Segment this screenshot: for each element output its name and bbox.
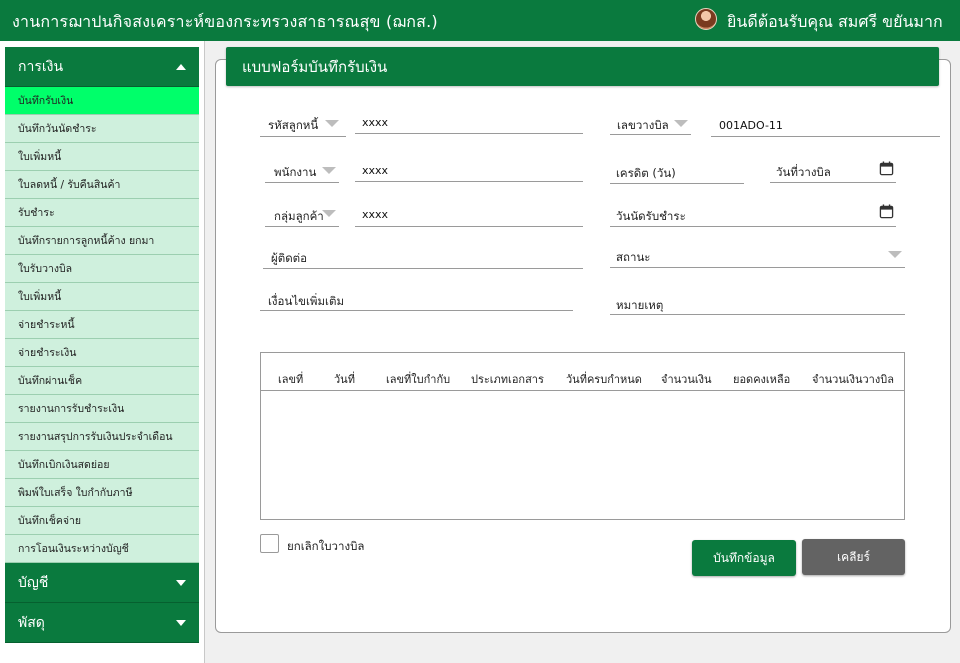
employee-value[interactable]: xxxx (362, 164, 388, 177)
status-select[interactable] (610, 267, 905, 268)
credit-field[interactable] (610, 183, 744, 184)
customer-code-label: รหัสลูกหนี้ (268, 118, 319, 132)
save-button[interactable]: บันทึกข้อมูล (692, 540, 796, 576)
sidebar-item-bill-receipt[interactable]: ใบรับวางบิล (5, 255, 199, 283)
app-title: งานการฌาปนกิจสงเคราะห์ของกระทรวงสาธารณสุ… (12, 12, 438, 31)
cancel-bill-label: ยกเลิกใบวางบิล (287, 539, 365, 553)
clear-button[interactable]: เคลียร์ (802, 539, 905, 575)
bill-no-dropdown-icon[interactable] (674, 120, 688, 127)
sidebar-item-transfer[interactable]: การโอนเงินระหว่างบัญชี (5, 535, 199, 563)
sidebar-item-receive-money[interactable]: บันทึกรับเงิน (5, 87, 199, 115)
chevron-down-icon (176, 579, 186, 586)
menu-finance[interactable]: การเงิน (5, 47, 199, 87)
sidebar-menu: การเงิน บันทึกรับเงิน บันทึกวันนัดชำระ ใ… (5, 47, 199, 643)
column-header[interactable]: วันที่ (334, 370, 355, 388)
sidebar-item-debit-note-2[interactable]: ใบเพิ่มหนี้ (5, 283, 199, 311)
customer-code-dropdown-icon[interactable] (325, 120, 339, 127)
customer-code-select[interactable] (260, 136, 346, 137)
sidebar-item-credit-note[interactable]: ใบลดหนี้ / รับคืนสินค้า (5, 171, 199, 199)
note-label: หมายเหตุ (616, 298, 664, 312)
sidebar-item-monthly-report[interactable]: รายงานสรุปการรับเงินประจำเดือน (5, 423, 199, 451)
bill-date-field[interactable] (770, 182, 896, 183)
customer-group-dropdown-icon[interactable] (322, 210, 336, 217)
customer-group-field[interactable] (355, 226, 583, 227)
contact-label: ผู้ติดต่อ (271, 251, 308, 265)
column-header[interactable]: จำนวนเงินวางบิล (812, 370, 894, 388)
column-header[interactable]: วันที่ครบกำหนด (566, 370, 642, 388)
form-heading: แบบฟอร์มบันทึกรับเงิน (226, 47, 939, 86)
calendar-icon[interactable] (879, 161, 894, 176)
menu-supplies[interactable]: พัสดุ (5, 603, 199, 643)
customer-code-value[interactable]: xxxx (362, 116, 388, 129)
invoice-table: เลขที่ วันที่ เลขที่ใบกำกับ ประเภทเอกสาร… (260, 352, 905, 520)
bill-no-select[interactable] (610, 134, 691, 135)
column-header[interactable]: ประเภทเอกสาร (471, 370, 544, 388)
menu-account[interactable]: บัญชี (5, 563, 199, 603)
credit-label: เครดิต (วัน) (616, 166, 676, 180)
bill-no-field[interactable] (711, 136, 940, 137)
customer-group-select[interactable] (265, 226, 339, 227)
chevron-up-icon (176, 63, 186, 70)
sidebar-item-pay-money[interactable]: จ่ายชำระเงิน (5, 339, 199, 367)
status-label: สถานะ (616, 250, 651, 264)
column-header[interactable]: จำนวนเงิน (661, 370, 712, 388)
employee-dropdown-icon[interactable] (322, 167, 336, 174)
table-header: เลขที่ วันที่ เลขที่ใบกำกับ ประเภทเอกสาร… (261, 353, 904, 391)
employee-field[interactable] (355, 181, 583, 182)
avatar[interactable] (695, 8, 717, 30)
sidebar-item-petty-cash[interactable]: บันทึกเบิกเงินสดย่อย (5, 451, 199, 479)
column-header[interactable]: เลขที่ใบกำกับ (386, 370, 450, 388)
sidebar-item-outstanding-debtors[interactable]: บันทึกรายการลูกหนี้ค้าง ยกมา (5, 227, 199, 255)
customer-group-label: กลุ่มลูกค้า (274, 209, 324, 223)
employee-label: พนักงาน (274, 165, 317, 179)
sidebar-item-print-receipt[interactable]: พิมพ์ใบเสร็จ ใบกำกับภาษี (5, 479, 199, 507)
customer-code-field[interactable] (355, 133, 583, 134)
cancel-bill-checkbox[interactable] (260, 534, 279, 553)
contact-field[interactable] (263, 268, 583, 269)
sidebar-item-pay-debt[interactable]: จ่ายชำระหนี้ (5, 311, 199, 339)
employee-select[interactable] (265, 182, 339, 183)
note-field[interactable] (610, 314, 905, 315)
bill-no-label: เลขวางบิล (617, 118, 669, 132)
sidebar-item-payment-report[interactable]: รายงานการรับชำระเงิน (5, 395, 199, 423)
payment-date-field[interactable] (610, 226, 896, 227)
payment-date-label: วันนัดรับชำระ (616, 209, 686, 223)
sidebar-item-debit-note[interactable]: ใบเพิ่มหนี้ (5, 143, 199, 171)
top-bar: งานการฌาปนกิจสงเคราะห์ของกระทรวงสาธารณสุ… (0, 0, 960, 41)
sidebar: การเงิน บันทึกรับเงิน บันทึกวันนัดชำระ ใ… (0, 41, 205, 663)
sidebar-item-cheque-payment[interactable]: บันทึกเช็คจ่าย (5, 507, 199, 535)
menu-supplies-label: พัสดุ (18, 614, 45, 631)
status-dropdown-icon[interactable] (888, 251, 902, 258)
column-header[interactable]: เลขที่ (278, 370, 303, 388)
sidebar-item-cheque-pass[interactable]: บันทึกผ่านเช็ค (5, 367, 199, 395)
chevron-down-icon (176, 619, 186, 626)
sidebar-item-receive-payment[interactable]: รับชำระ (5, 199, 199, 227)
bill-no-value[interactable]: 001ADO-11 (719, 119, 783, 132)
bill-date-label: วันที่วางบิล (776, 165, 831, 179)
column-header[interactable]: ยอดคงเหลือ (733, 370, 790, 388)
condition-field[interactable] (260, 310, 573, 311)
customer-group-value[interactable]: xxxx (362, 208, 388, 221)
sidebar-item-payment-appointment[interactable]: บันทึกวันนัดชำระ (5, 115, 199, 143)
menu-finance-label: การเงิน (18, 58, 64, 75)
condition-label: เงื่อนไขเพิ่มเติม (268, 294, 345, 308)
welcome-text: ยินดีต้อนรับคุณ สมศรี ขยันมาก (727, 12, 943, 31)
menu-account-label: บัญชี (18, 574, 49, 591)
calendar-icon[interactable] (879, 204, 894, 219)
